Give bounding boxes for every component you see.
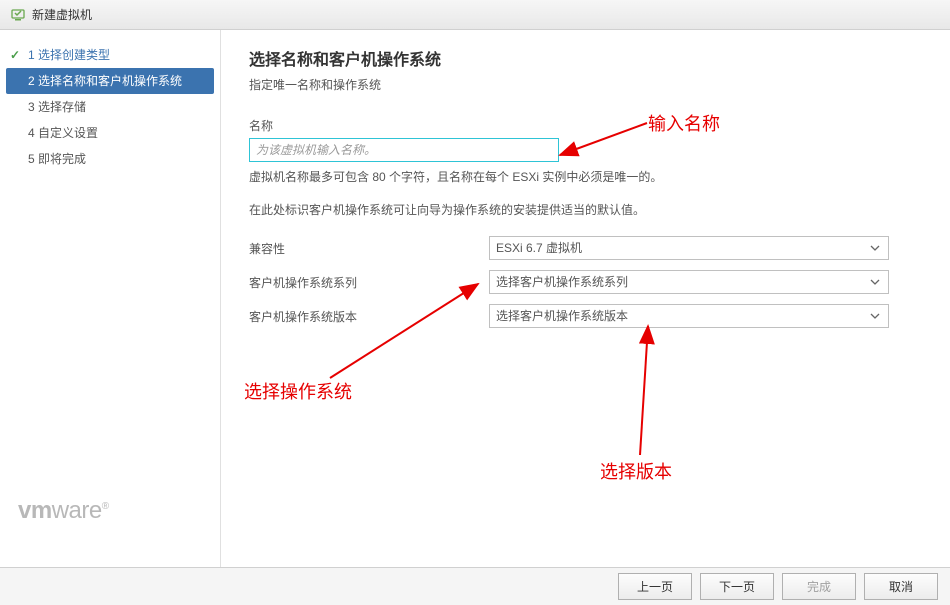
- finish-button[interactable]: 完成: [782, 573, 856, 600]
- next-button[interactable]: 下一页: [700, 573, 774, 600]
- os-family-label: 客户机操作系统系列: [249, 274, 489, 291]
- step-select-creation-type[interactable]: 1 选择创建类型: [0, 42, 220, 68]
- window-titlebar: 新建虚拟机: [0, 0, 950, 30]
- guest-os-hint: 在此处标识客户机操作系统可让向导为操作系统的安装提供适当的默认值。: [249, 201, 922, 218]
- vm-name-input[interactable]: [249, 138, 559, 162]
- window-title: 新建虚拟机: [32, 6, 92, 23]
- os-version-label: 客户机操作系统版本: [249, 308, 489, 325]
- back-button[interactable]: 上一页: [618, 573, 692, 600]
- step-ready-to-complete[interactable]: 5 即将完成: [0, 146, 220, 172]
- step-select-storage[interactable]: 3 选择存储: [0, 94, 220, 120]
- cancel-button[interactable]: 取消: [864, 573, 938, 600]
- main-panel: 选择名称和客户机操作系统 指定唯一名称和操作系统 名称 虚拟机名称最多可包含 8…: [220, 30, 950, 567]
- step-name-and-guest-os[interactable]: 2 选择名称和客户机操作系统: [6, 68, 214, 94]
- step-custom-settings[interactable]: 4 自定义设置: [0, 120, 220, 146]
- vmware-logo: vmware®: [0, 477, 220, 555]
- page-heading: 选择名称和客户机操作系统: [249, 46, 922, 70]
- compat-select[interactable]: ESXi 6.7 虚拟机: [489, 236, 889, 260]
- page-subdesc: 指定唯一名称和操作系统: [249, 76, 922, 93]
- os-version-select[interactable]: 选择客户机操作系统版本: [489, 304, 889, 328]
- name-hint: 虚拟机名称最多可包含 80 个字符，且名称在每个 ESXi 实例中必须是唯一的。: [249, 168, 922, 185]
- wizard-footer: 上一页 下一页 完成 取消: [0, 567, 950, 605]
- vm-icon: [10, 7, 26, 23]
- name-label: 名称: [249, 117, 922, 134]
- os-family-select[interactable]: 选择客户机操作系统系列: [489, 270, 889, 294]
- wizard-sidebar: 1 选择创建类型 2 选择名称和客户机操作系统 3 选择存储 4 自定义设置 5…: [0, 30, 220, 567]
- compat-label: 兼容性: [249, 240, 489, 257]
